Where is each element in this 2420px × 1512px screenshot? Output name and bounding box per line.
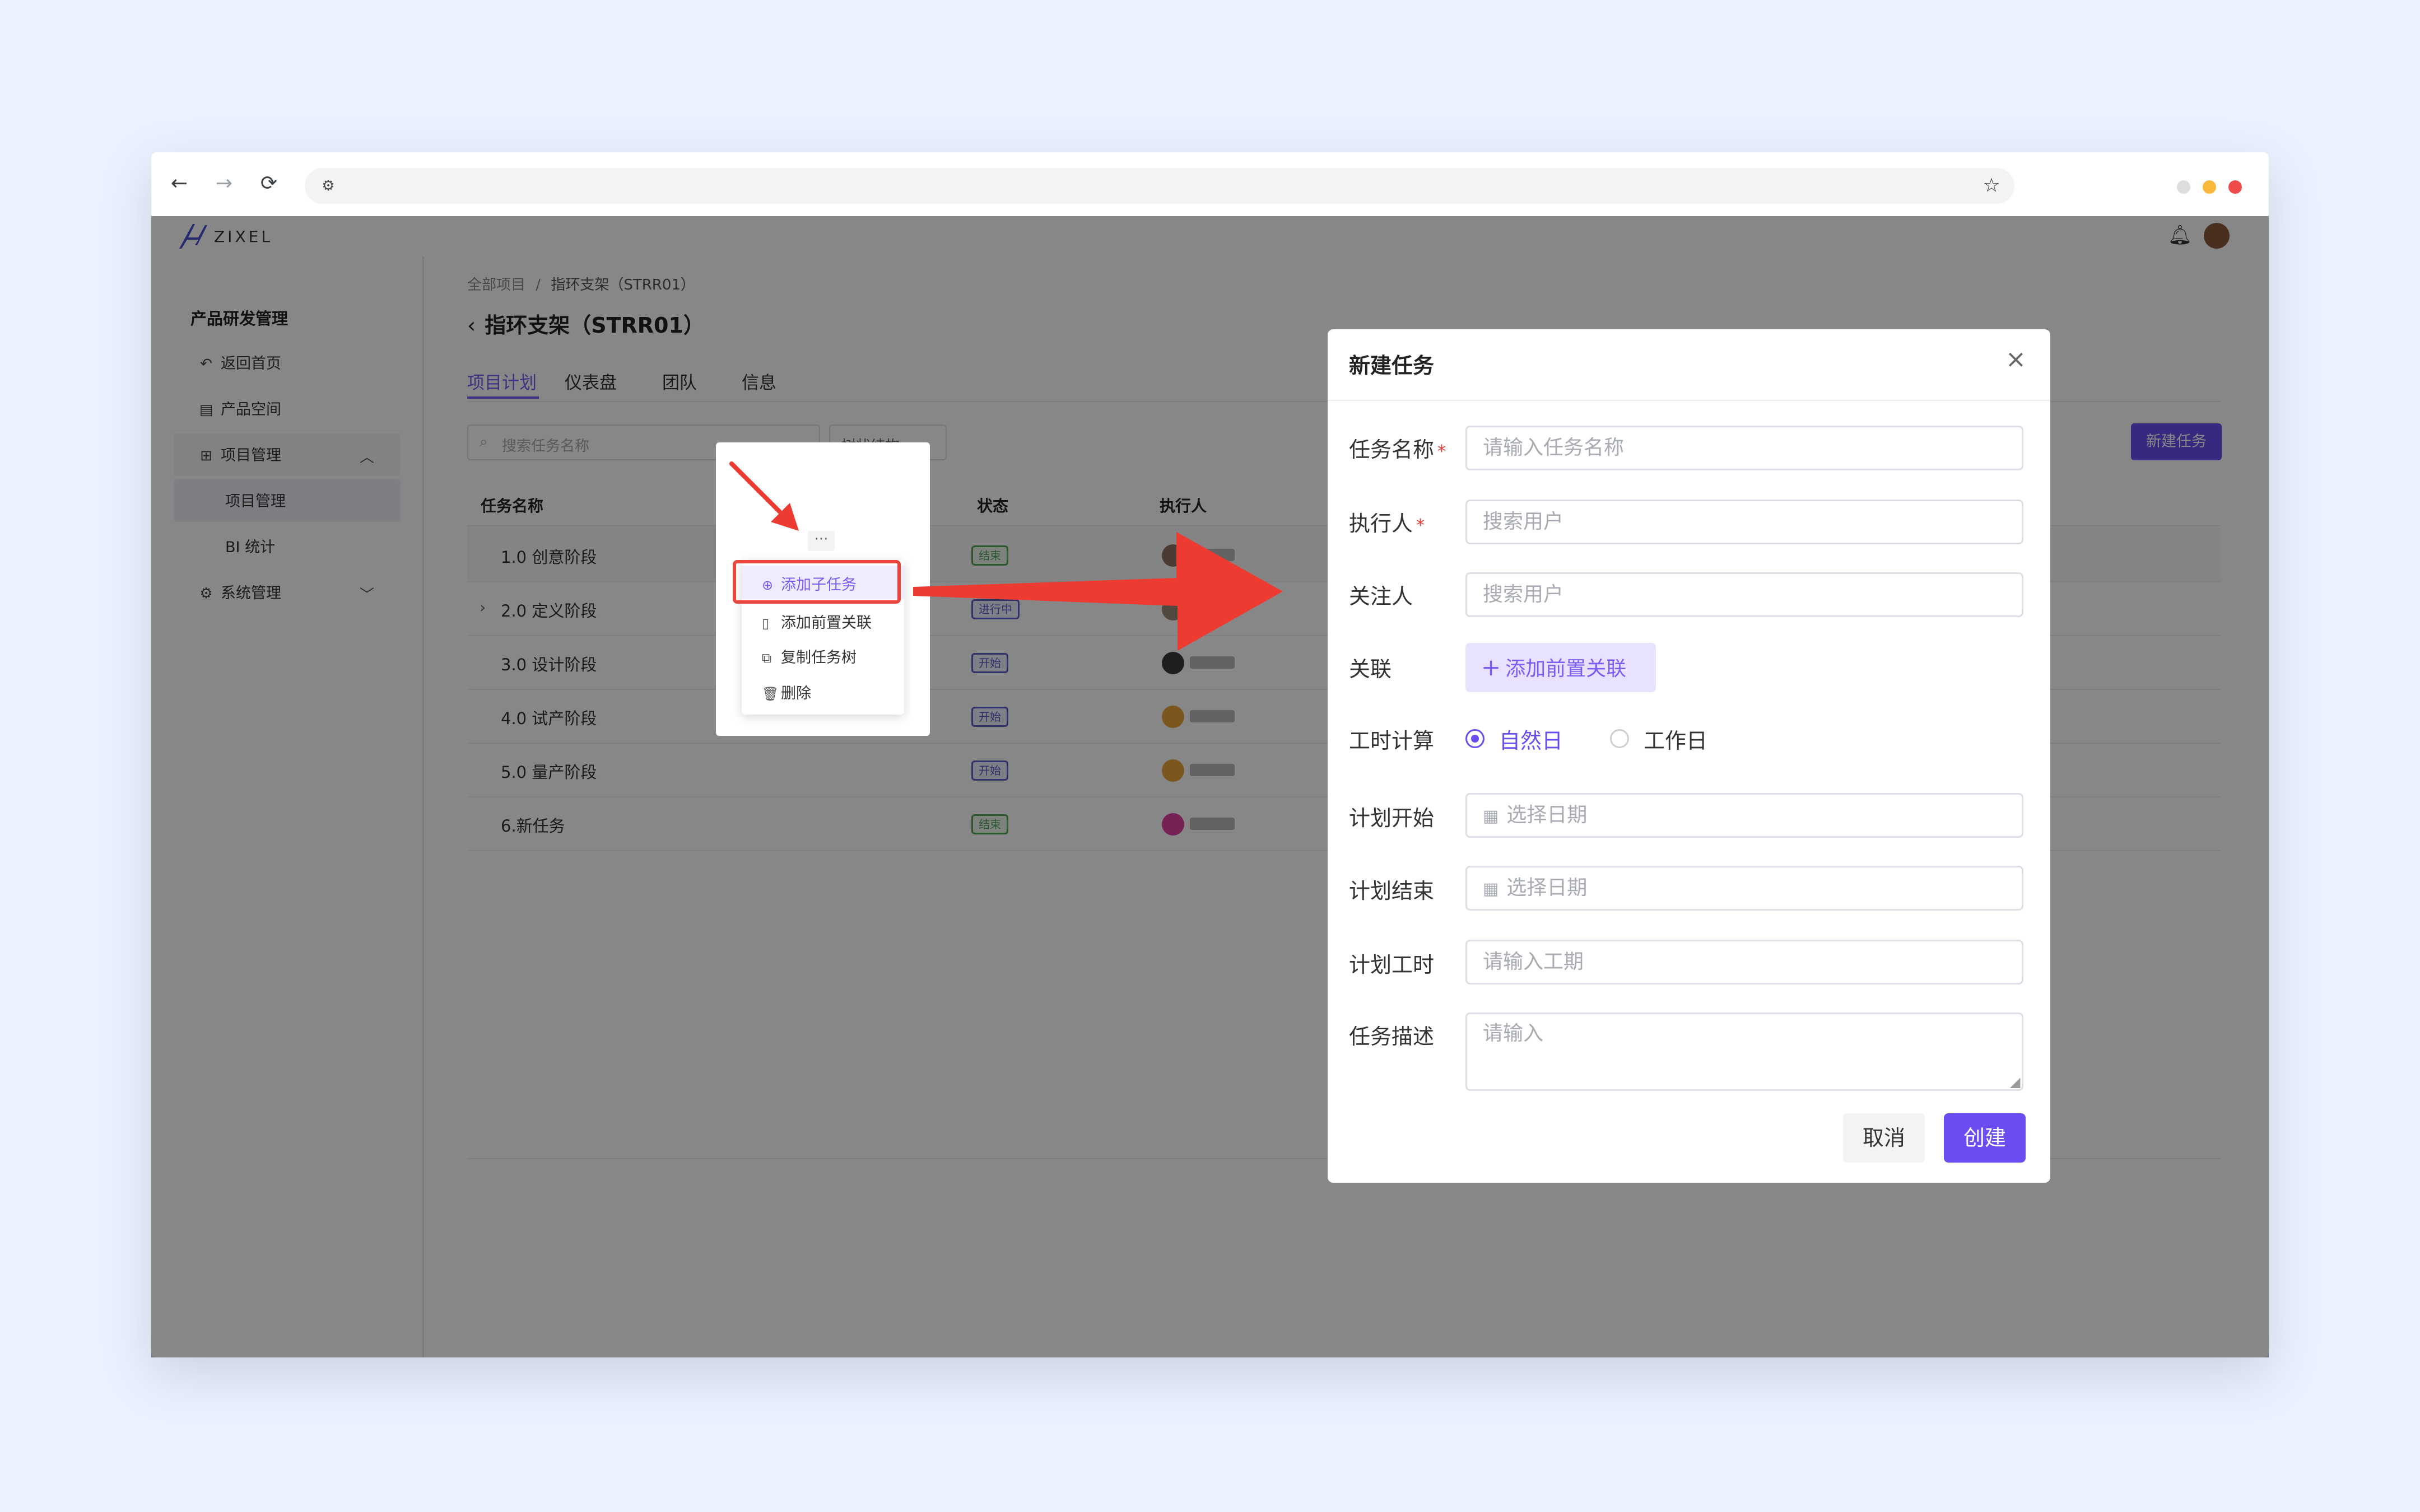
label-task-name: 任务名称 *: [1349, 437, 1446, 462]
back-icon[interactable]: ←: [164, 168, 195, 199]
create-button[interactable]: 创建: [1944, 1113, 2026, 1163]
label-assignee: 执行人 *: [1349, 511, 1425, 536]
reload-icon[interactable]: ⟳: [253, 168, 285, 199]
menu-item-add-predecessor[interactable]: ▯ 添加前置关联: [762, 610, 872, 632]
calendar-icon: ▦: [1483, 879, 1499, 899]
modal-header-divider: [1328, 400, 2050, 401]
add-predecessor-button[interactable]: + 添加前置关联: [1465, 643, 1656, 692]
label-plan-hours: 计划工时: [1349, 953, 1435, 977]
close-icon[interactable]: ×: [2005, 345, 2026, 374]
context-menu: ⊕ 添加子任务 ▯ 添加前置关联 ⧉ 复制任务树 🗑︎ 删除: [733, 560, 904, 715]
plan-start-date-picker[interactable]: ▦ 选择日期: [1465, 793, 2023, 838]
calendar-icon: ▦: [1483, 806, 1499, 826]
radio-label-natural-day[interactable]: 自然日: [1499, 724, 1563, 754]
resize-handle-icon[interactable]: ◢: [2010, 1074, 2020, 1090]
pointer-arrow-icon: [729, 461, 799, 531]
radio-work-day[interactable]: [1610, 729, 1629, 748]
trash-icon: 🗑︎: [762, 686, 779, 702]
plus-circle-icon: ⊕: [762, 577, 774, 593]
radio-label-work-day[interactable]: 工作日: [1644, 724, 1707, 754]
menu-item-add-subtask[interactable]: ⊕ 添加子任务: [762, 572, 857, 594]
label-follower: 关注人: [1349, 584, 1413, 609]
bookmark-star-icon[interactable]: ☆: [1977, 171, 2005, 199]
label-relation: 关联: [1349, 657, 1392, 682]
context-menu-callout: ··· ⊕ 添加子任务 ▯ 添加前置关联 ⧉ 复制任务树 🗑︎ 删除: [716, 442, 930, 736]
cancel-button[interactable]: 取消: [1843, 1113, 1925, 1163]
menu-item-delete[interactable]: 🗑︎ 删除: [762, 681, 811, 703]
label-plan-start: 计划开始: [1349, 806, 1435, 830]
menu-item-copy-tree[interactable]: ⧉ 复制任务树: [762, 645, 857, 667]
window-dot-red[interactable]: [2228, 180, 2242, 194]
label-plan-end: 计划结束: [1349, 879, 1435, 903]
browser-toolbar: ← → ⟳ ⚙ ☆: [151, 152, 2269, 216]
label-work-calc: 工时计算: [1349, 729, 1435, 753]
site-settings-icon[interactable]: ⚙: [317, 175, 339, 197]
more-actions-button[interactable]: ···: [808, 531, 835, 551]
radio-natural-day[interactable]: [1465, 729, 1484, 748]
forward-icon[interactable]: →: [208, 168, 240, 199]
address-bar[interactable]: ⚙ ☆: [305, 168, 2014, 204]
follower-input[interactable]: 搜索用户: [1465, 572, 2023, 617]
copy-icon: ⧉: [762, 650, 772, 666]
task-name-input[interactable]: 请输入任务名称: [1465, 426, 2023, 470]
window-dot-yellow[interactable]: [2203, 180, 2216, 194]
plan-end-date-picker[interactable]: ▦ 选择日期: [1465, 866, 2023, 911]
modal-title: 新建任务: [1349, 353, 1435, 378]
plus-icon: +: [1481, 654, 1501, 681]
assignee-input[interactable]: 搜索用户: [1465, 500, 2023, 544]
window-dot-gray[interactable]: [2177, 180, 2190, 194]
label-description: 任务描述: [1349, 1024, 1435, 1049]
new-task-modal: 新建任务 × 任务名称 * 请输入任务名称 执行人 * 搜索用户 关注人 搜索用户 …: [1328, 329, 2050, 1183]
big-red-arrow-icon: [913, 532, 1283, 651]
description-textarea[interactable]: 请输入: [1465, 1012, 2023, 1091]
plan-hours-input[interactable]: 请输入工期: [1465, 940, 2023, 984]
doc-icon: ▯: [762, 615, 770, 631]
